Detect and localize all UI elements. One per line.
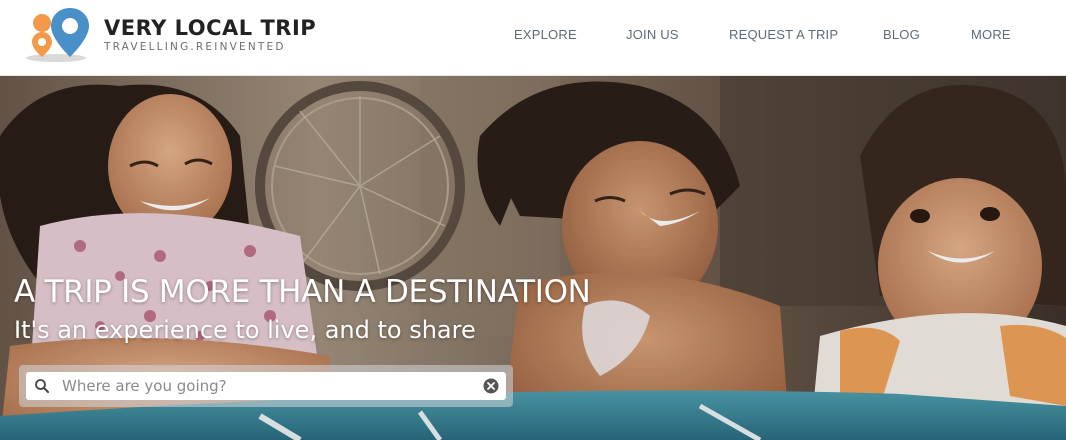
nav-request-a-trip[interactable]: REQUEST A TRIP [729, 27, 838, 42]
nav-explore[interactable]: EXPLORE [514, 27, 577, 42]
brand-name: VERY LOCAL TRIP [104, 16, 317, 40]
nav-more[interactable]: MORE [971, 27, 1011, 42]
logo[interactable]: VERY LOCAL TRIP TRAVELLING.REINVENTED [18, 6, 318, 66]
search-icon [35, 379, 49, 393]
nav-blog[interactable]: BLOG [883, 27, 920, 42]
search-input[interactable] [62, 372, 472, 400]
hero-headline: A TRIP IS MORE THAN A DESTINATION [14, 274, 591, 310]
search-box[interactable] [26, 372, 506, 400]
logo-text: VERY LOCAL TRIP TRAVELLING.REINVENTED [104, 16, 316, 53]
site-header: VERY LOCAL TRIP TRAVELLING.REINVENTED EX… [0, 0, 1066, 76]
clear-icon[interactable] [483, 378, 499, 394]
hero-subheadline: It's an experience to live, and to share [14, 316, 476, 344]
nav-join-us[interactable]: JOIN US [626, 27, 679, 42]
search-bar [19, 365, 513, 407]
location-pin-logo-icon [26, 8, 89, 62]
brand-tagline: TRAVELLING.REINVENTED [104, 41, 286, 53]
